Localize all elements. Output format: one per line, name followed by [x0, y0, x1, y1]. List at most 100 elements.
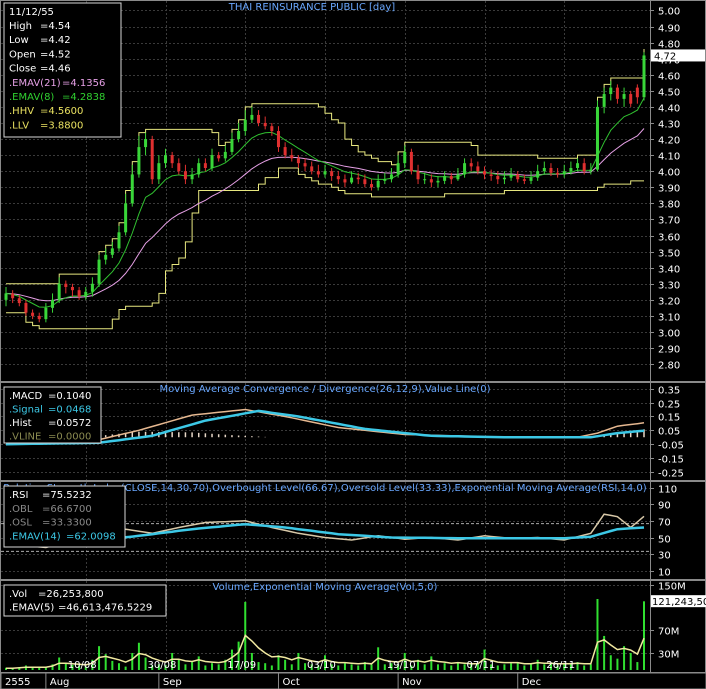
stock-chart: 10/08 30/08 17/09 03/10 19/10 07/11 26/11 5.00… — [0, 0, 706, 689]
date-label: 2555 — [5, 677, 30, 688]
candle-body — [64, 283, 68, 287]
info-value: =4.54 — [40, 21, 71, 32]
info-value: =66.6700 — [42, 504, 92, 515]
price-tick-label: 3.40 — [658, 265, 680, 276]
candle-body — [90, 283, 94, 292]
info-value: =4.52 — [40, 49, 71, 60]
info-label: .EMAV(14) — [9, 531, 61, 542]
candle-body — [483, 171, 486, 175]
candle-body — [409, 151, 413, 172]
ohlc-info-box: 11/12/55 High =4.54 Low =4.42 Open =4.52 Close… — [3, 2, 122, 138]
rsi-tick-label: 50 — [658, 535, 671, 546]
candle-body — [197, 163, 201, 175]
info-value: =3.8800 — [40, 120, 83, 131]
rsi-tick-label: 70 — [658, 518, 671, 529]
candle-body — [370, 184, 374, 188]
candle-body — [203, 163, 207, 168]
info-label: .MACD — [9, 391, 42, 402]
candle-body — [17, 298, 21, 304]
price-tick-label: 3.30 — [658, 281, 680, 292]
candle-body — [549, 167, 553, 173]
candle-body — [582, 163, 586, 172]
info-label: .EMAV(21) — [9, 78, 61, 89]
candle-body — [44, 307, 48, 320]
price-tick-label: 4.10 — [658, 152, 680, 163]
candle-body — [290, 155, 294, 159]
candle-body — [270, 126, 274, 132]
price-tick-label: 3.90 — [658, 184, 680, 195]
date-label: Oct — [282, 677, 299, 688]
price-tick-label: 3.70 — [658, 216, 680, 227]
info-value: =4.2838 — [62, 92, 105, 103]
candle-body — [144, 139, 148, 148]
candle-body — [436, 180, 440, 183]
candle-body — [316, 171, 320, 175]
volume-tick-label: 70M — [658, 627, 679, 638]
macd-info-box: .MACD =0.1040 .Signal =0.0468 .Hist =0.0572 .V… — [3, 386, 102, 444]
candle-body — [443, 176, 447, 181]
macd-title: Moving Average Convergence / Divergence(… — [160, 384, 491, 395]
candle-body — [4, 293, 8, 300]
candle-body — [516, 174, 520, 180]
candle-body — [70, 286, 74, 291]
candle-body — [124, 203, 128, 233]
candle-body — [469, 163, 473, 167]
volume-tick-label: 30M — [658, 650, 679, 661]
candle-body — [569, 167, 573, 172]
price-tick-label: 3.60 — [658, 233, 680, 244]
volume-x-label: 03/10 — [307, 660, 336, 671]
date-label: Sep — [163, 677, 182, 688]
candle-body — [615, 87, 619, 99]
info-label: .Vol — [9, 589, 27, 600]
candle-body — [496, 176, 500, 180]
price-tick-label: 3.00 — [658, 329, 680, 340]
date-label: Nov — [402, 677, 422, 688]
volume-x-label: 30/08 — [148, 660, 177, 671]
candle-body — [104, 254, 108, 260]
candle-body — [31, 312, 35, 316]
candle-body — [356, 177, 360, 180]
candle-body — [423, 179, 427, 181]
macd-tick-label: 0.35 — [658, 386, 680, 397]
candle-body — [77, 290, 81, 297]
candle-body — [243, 119, 247, 132]
info-value: =46,613,476.5229 — [58, 603, 152, 614]
candle-body — [449, 176, 453, 180]
ohlc-date: 11/12/55 — [9, 7, 54, 18]
candle-body — [283, 147, 287, 156]
candle-body — [463, 163, 467, 175]
candle-body — [529, 177, 533, 181]
candle-body — [389, 174, 393, 180]
candle-body — [363, 179, 367, 185]
candle-body — [217, 155, 221, 159]
candle-body — [117, 232, 121, 249]
rsi-tick-label: 110 — [658, 485, 677, 496]
date-axis: 2555 Aug Sep Oct Nov Dec — [0, 672, 706, 689]
candle-body — [310, 166, 314, 172]
candle-body — [190, 174, 194, 180]
candle-body — [210, 155, 214, 168]
candle-body — [595, 106, 599, 170]
macd-tick-label: -0.25 — [658, 469, 684, 480]
macd-tick-label: 0.05 — [658, 427, 680, 438]
rsi-tick-label: 10 — [658, 568, 671, 579]
info-value: =0.0572 — [48, 418, 91, 429]
rsi-tick-label: 30 — [658, 551, 671, 562]
info-label: .LLV — [9, 120, 29, 131]
info-label: .VLINE — [9, 432, 41, 443]
price-tick-label: 3.50 — [658, 249, 680, 260]
info-value: =75.5232 — [42, 490, 92, 501]
candle-body — [164, 155, 167, 164]
info-value: =33.3300 — [42, 518, 92, 529]
info-value: =4.5600 — [40, 106, 83, 117]
candle-body — [130, 174, 134, 204]
candle-body — [396, 163, 400, 175]
candle-body — [257, 114, 261, 123]
candle-body — [137, 147, 141, 175]
info-label: .OBL — [9, 504, 33, 515]
candle-body — [170, 155, 174, 164]
candle-body — [576, 163, 580, 168]
price-tick-label: 4.00 — [658, 168, 680, 179]
candle-body — [343, 179, 347, 183]
last-volume-value: 121,243,50 — [652, 597, 706, 608]
